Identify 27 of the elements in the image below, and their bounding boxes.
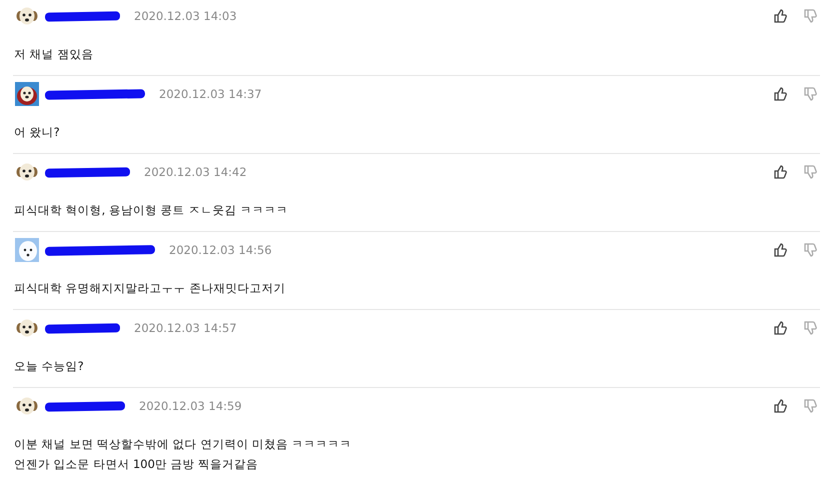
comment-text: 오늘 수능임? <box>14 358 85 375</box>
thumbs-up-icon[interactable] <box>773 9 787 23</box>
comment-text: 피식대학 혁이형, 용남이형 콩트 ㅈㄴ웃김 ㅋㅋㅋㅋ <box>14 202 289 219</box>
thumbs-down-icon[interactable] <box>803 243 817 257</box>
thumbs-up-icon[interactable] <box>773 87 787 101</box>
comment-text: 저 채널 잼있음 <box>14 46 94 63</box>
thumbs-down-icon[interactable] <box>803 87 817 101</box>
comment-time: 2020.12.03 14:42 <box>144 165 247 179</box>
comment-time: 2020.12.03 14:03 <box>134 9 237 23</box>
thumbs-up-icon[interactable] <box>773 243 787 257</box>
thumbs-up-icon[interactable] <box>773 399 787 413</box>
comment-time: 2020.12.03 14:57 <box>134 321 237 335</box>
comment-text: 어 왔니? <box>14 124 61 141</box>
thumbs-down-icon[interactable] <box>803 9 817 23</box>
dog-avatar-icon <box>15 82 39 106</box>
comment-text: 언젠가 입소문 타면서 100만 금방 찍을거같음 <box>14 456 260 473</box>
thumbs-up-icon[interactable] <box>773 165 787 179</box>
comment-time: 2020.12.03 14:37 <box>159 87 262 101</box>
comment-time: 2020.12.03 14:56 <box>169 243 272 257</box>
thumbs-down-icon[interactable] <box>803 321 817 335</box>
animal-avatar-icon <box>15 238 39 262</box>
comment-text: 피식대학 유명해지지말라고ㅜㅜ 존나재밋다고저기 <box>14 280 286 297</box>
thumbs-up-icon[interactable] <box>773 321 787 335</box>
thumbs-down-icon[interactable] <box>803 165 817 179</box>
comment-time: 2020.12.03 14:59 <box>139 399 242 413</box>
comment-text: 이분 채널 보면 떡상할수밖에 없다 연기력이 미쳤음 ㅋㅋㅋㅋㅋ <box>14 436 353 453</box>
thumbs-down-icon[interactable] <box>803 399 817 413</box>
